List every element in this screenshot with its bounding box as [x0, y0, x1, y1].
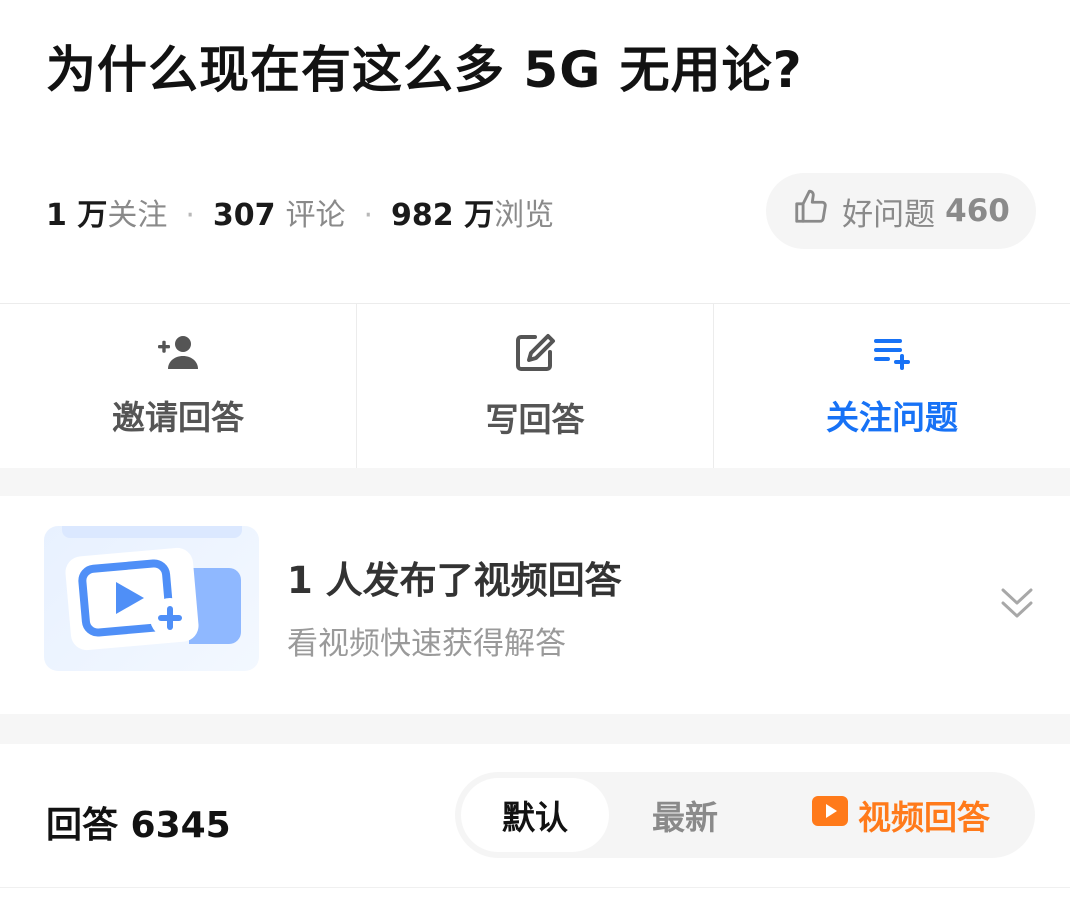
tab-default[interactable]: 默认 — [461, 778, 609, 852]
thumbs-up-icon — [792, 188, 842, 234]
chevron-double-down-icon[interactable] — [999, 584, 1035, 628]
question-stats: 1 万 关注 · 307 评论 · 982 万 浏览 — [46, 190, 554, 234]
question-actions: 邀请回答 写回答 关注问题 — [0, 303, 1070, 469]
tab-video-answers[interactable]: 视频回答 — [785, 778, 1015, 852]
add-to-list-icon — [870, 333, 914, 377]
follow-question-label: 关注问题 — [826, 398, 958, 437]
question-title: 为什么现在有这么多 5G 无用论? — [46, 41, 803, 99]
separator-dot: · — [363, 198, 374, 233]
add-user-icon — [154, 333, 202, 377]
tab-newest[interactable]: 最新 — [615, 778, 755, 852]
section-divider — [0, 714, 1070, 744]
follow-question-button[interactable]: 关注问题 — [714, 304, 1070, 468]
follow-count: 1 万 — [46, 198, 108, 233]
good-question-count: 460 — [945, 193, 1010, 229]
video-add-icon — [44, 526, 259, 671]
comment-label[interactable]: 评论 — [286, 190, 346, 234]
separator-dot: · — [185, 198, 195, 233]
good-question-button[interactable]: 好问题 460 — [766, 173, 1036, 249]
comment-count[interactable]: 307 — [213, 198, 276, 233]
write-answer-label: 写回答 — [485, 400, 585, 439]
write-answer-button[interactable]: 写回答 — [357, 304, 714, 468]
answer-count: 回答 6345 — [46, 805, 231, 846]
video-answer-card[interactable]: 1 人发布了视频回答 看视频快速获得解答 — [0, 496, 1070, 714]
edit-icon — [513, 331, 557, 379]
view-count: 982 万 — [391, 198, 495, 233]
invite-answer-label: 邀请回答 — [112, 398, 244, 437]
answer-sort-tabs: 默认 最新 视频回答 — [455, 772, 1035, 858]
video-answer-title: 1 人发布了视频回答 — [287, 559, 622, 602]
invite-answer-button[interactable]: 邀请回答 — [0, 304, 357, 468]
follow-label: 关注 — [107, 198, 168, 233]
video-play-icon — [810, 794, 858, 836]
tab-video-label: 视频回答 — [858, 798, 990, 837]
section-divider — [0, 468, 1070, 496]
view-label: 浏览 — [494, 198, 555, 233]
answers-header: 回答 6345 默认 最新 视频回答 — [0, 744, 1070, 888]
good-question-label: 好问题 — [842, 196, 936, 233]
video-answer-subtitle: 看视频快速获得解答 — [287, 626, 566, 662]
